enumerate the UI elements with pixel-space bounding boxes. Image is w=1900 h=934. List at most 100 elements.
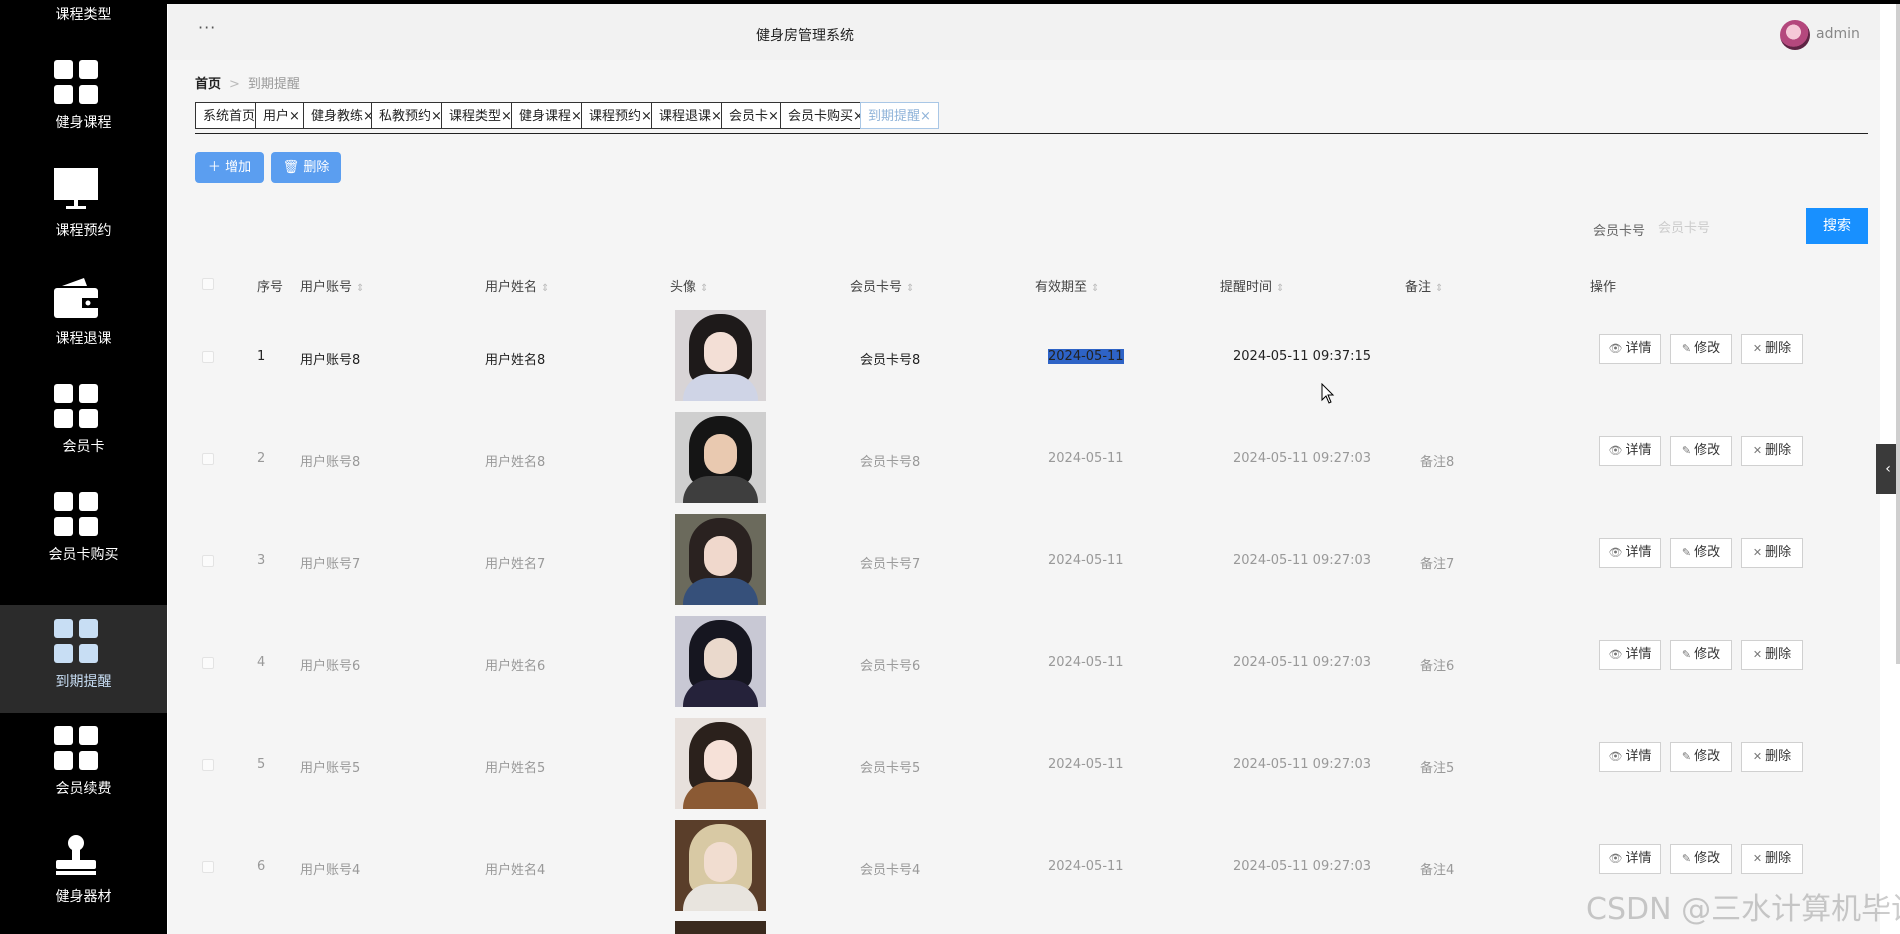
cell-index: 3 [257,553,266,568]
sidebar-item-5[interactable]: 会员卡购买 [0,478,167,586]
sidebar-item-0[interactable]: 课程类型 [0,4,167,46]
cell-card: 会员卡号6 [860,659,921,674]
remove-button[interactable]: ✕ 删除 [1741,436,1803,466]
row-checkbox[interactable] [202,555,214,567]
row-checkbox[interactable] [202,657,214,669]
tab-10[interactable]: 到期提醒× [860,102,939,129]
column-header-8[interactable]: 操作 [1590,276,1616,295]
sidebar-item-3[interactable]: 课程退课 [0,262,167,370]
table-row: 5 用户账号5 用户姓名5 会员卡号5 2024-05-11 2024-05-11 09:… [195,713,1868,815]
detail-button[interactable]: 👁 详情 [1599,640,1661,670]
column-header-2[interactable]: 用户姓名 ⇕ [485,276,549,295]
row-checkbox[interactable] [202,453,214,465]
remove-button[interactable]: ✕ 删除 [1741,334,1803,364]
sort-icon[interactable]: ⇕ [1435,283,1443,294]
select-all-checkbox[interactable] [202,278,214,290]
column-header-4[interactable]: 会员卡号 ⇕ [850,276,914,295]
cell-note: 备注8 [1420,455,1455,470]
row-checkbox[interactable] [202,861,214,873]
close-icon[interactable]: × [920,109,931,124]
tab-9[interactable]: 会员卡购买× [780,102,872,129]
edit-button[interactable]: ✎ 修改 [1670,844,1732,874]
column-header-6[interactable]: 提醒时间 ⇕ [1220,276,1284,295]
remove-button[interactable]: ✕ 删除 [1741,640,1803,670]
detail-button[interactable]: 👁 详情 [1599,844,1661,874]
detail-button[interactable]: 👁 详情 [1599,334,1661,364]
sidebar-item-label: 课程预约 [55,223,112,239]
plus-icon: ＋ [207,160,226,175]
table-header: 序号 用户账号 ⇕ 用户姓名 ⇕ 头像 ⇕ 会员卡号 ⇕ 有效期至 ⇕ 提醒时间 ⇕ 备注 ⇕ 操作 [195,270,1868,300]
grid-icon [54,726,98,770]
sidebar-item-1[interactable]: 健身课程 [0,46,167,154]
sort-icon[interactable]: ⇕ [356,283,364,294]
sort-icon[interactable]: ⇕ [1091,283,1099,294]
sort-icon[interactable]: ⇕ [541,283,549,294]
edit-button-label: 修改 [1694,851,1721,866]
sidebar-item-label: 健身器材 [55,889,112,905]
table-row: 1 用户账号8 用户姓名8 会员卡号8 2024-05-11 2024-05-11 09:… [195,305,1868,407]
remove-button-label: 删除 [1765,443,1792,458]
sort-icon[interactable]: ⇕ [906,283,914,294]
close-icon[interactable]: × [289,109,300,124]
mouse-cursor-icon [1321,383,1335,404]
close-icon[interactable]: × [768,109,779,124]
sidebar-item-6[interactable]: 到期提醒 [0,605,167,713]
sidebar-item-4[interactable]: 会员卡 [0,370,167,478]
tab-5[interactable]: 健身课程× [511,102,590,129]
sidebar-item-8[interactable]: 健身器材 [0,820,167,928]
edit-button-label: 修改 [1694,647,1721,662]
row-checkbox[interactable] [202,351,214,363]
tab-1[interactable]: 用户× [255,102,308,129]
edit-button[interactable]: ✎ 修改 [1670,640,1732,670]
tab-3[interactable]: 私教预约× [371,102,450,129]
tab-0[interactable]: 系统首页 [195,102,264,129]
avatar[interactable] [1780,20,1810,50]
column-header-label: 用户账号 [300,280,353,295]
sidebar-item-label: 会员卡 [62,439,105,455]
search-input[interactable] [1656,212,1770,244]
edit-button-label: 修改 [1694,443,1721,458]
add-button[interactable]: ＋ 增加 [195,152,264,183]
row-actions: 👁 详情 ✎ 修改 ✕ 删除 [1599,640,1829,670]
table-row: 3 用户账号7 用户姓名7 会员卡号7 2024-05-11 2024-05-11 09:… [195,509,1868,611]
column-header-1[interactable]: 用户账号 ⇕ [300,276,364,295]
column-header-7[interactable]: 备注 ⇕ [1405,276,1443,295]
edit-icon: ✎ [1681,750,1692,763]
column-header-3[interactable]: 头像 ⇕ [670,276,708,295]
delete-button[interactable]: 🗑 删除 [271,152,341,183]
tab-4[interactable]: 课程类型× [441,102,520,129]
username[interactable]: admin [1816,26,1860,42]
edit-button[interactable]: ✎ 修改 [1670,334,1732,364]
grid-icon [54,384,98,428]
sidebar-item-label: 会员续费 [55,781,112,797]
remove-button-label: 删除 [1765,341,1792,356]
sidebar-item-7[interactable]: 会员续费 [0,712,167,820]
tab-6[interactable]: 课程预约× [581,102,660,129]
edit-button[interactable]: ✎ 修改 [1670,538,1732,568]
table-row: 2 用户账号8 用户姓名8 会员卡号8 2024-05-11 2024-05-11 09:… [195,407,1868,509]
row-actions: 👁 详情 ✎ 修改 ✕ 删除 [1599,436,1829,466]
sort-icon[interactable]: ⇕ [1276,283,1284,294]
cell-account: 用户账号8 [300,455,361,470]
tab-7[interactable]: 课程退课× [651,102,730,129]
sort-icon[interactable]: ⇕ [700,283,708,294]
breadcrumb-home[interactable]: 首页 [195,77,221,92]
remove-button[interactable]: ✕ 删除 [1741,538,1803,568]
detail-button[interactable]: 👁 详情 [1599,742,1661,772]
column-header-0[interactable]: 序号 [257,276,283,295]
app-title: 健身房管理系统 [756,28,854,44]
scrollbar[interactable] [1896,4,1900,664]
cell-remind: 2024-05-11 09:27:03 [1233,553,1372,568]
edit-button[interactable]: ✎ 修改 [1670,436,1732,466]
remove-button[interactable]: ✕ 删除 [1741,844,1803,874]
detail-button[interactable]: 👁 详情 [1599,436,1661,466]
remove-button[interactable]: ✕ 删除 [1741,742,1803,772]
column-header-5[interactable]: 有效期至 ⇕ [1035,276,1099,295]
sidebar-item-2[interactable]: 课程预约 [0,154,167,262]
search-button[interactable]: 搜索 [1806,208,1868,244]
edit-button[interactable]: ✎ 修改 [1670,742,1732,772]
tab-8[interactable]: 会员卡× [721,102,787,129]
edit-button-label: 修改 [1694,341,1721,356]
row-checkbox[interactable] [202,759,214,771]
detail-button[interactable]: 👁 详情 [1599,538,1661,568]
